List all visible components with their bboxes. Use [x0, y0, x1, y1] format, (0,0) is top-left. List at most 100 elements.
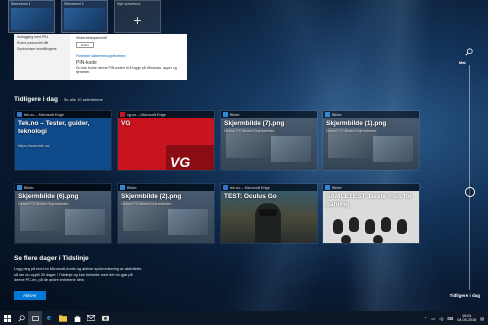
- timeline-handle[interactable]: [465, 187, 475, 197]
- desktop-2-label: Skrivebord 2: [64, 2, 84, 6]
- desktop-1-label: Skrivebord 1: [11, 2, 31, 6]
- card-title: Skjermbilde (1).png: [326, 120, 387, 127]
- mouse-image: [333, 219, 343, 234]
- card-subtitle: Denne PC\Bilder\Skjermbilder: [18, 202, 69, 206]
- search-icon[interactable]: [465, 48, 473, 56]
- timeline-label: Tidligere i dag: [449, 293, 480, 298]
- explorer-taskbar-button[interactable]: [56, 311, 70, 325]
- activity-card[interactable]: vg.no – Microsoft Edge VG VG: [117, 110, 215, 171]
- task-view-icon: [31, 315, 39, 321]
- see-all-activities-link[interactable]: Se alle 10 aktivitetene: [64, 97, 103, 102]
- vg-icon: [120, 112, 125, 117]
- activity-card[interactable]: Bilder Skjermbilde (1).png Denne PC\Bild…: [322, 110, 420, 171]
- card-app: Bilder: [24, 185, 34, 190]
- network-icon[interactable]: ▭: [431, 316, 435, 321]
- chevron-up-icon[interactable]: ⌃: [424, 316, 427, 321]
- card-title: Skjermbilde (6).png: [18, 193, 79, 200]
- card-title: TEST: Oculus Go: [224, 193, 277, 200]
- desktop-1[interactable]: Skrivebord 1: [8, 0, 55, 33]
- card-title: Skjermbilde (7).png: [224, 120, 285, 127]
- clock[interactable]: 19:01 04.05.2018: [457, 314, 476, 323]
- timeline-month-label: Mai: [459, 60, 466, 65]
- mouse-image: [397, 219, 407, 234]
- card-app: Bilder: [332, 112, 342, 117]
- mouse-image: [365, 219, 375, 234]
- timeline-header: Tidligere i dag Se alle 10 aktivitetene: [14, 96, 103, 103]
- folder-icon: [59, 314, 67, 322]
- activity-card[interactable]: tek.no – Microsoft Edge Tek.no – Tester,…: [14, 110, 112, 171]
- photos-icon: [325, 112, 330, 117]
- mouse-image: [349, 217, 359, 232]
- change-button: Endre: [76, 42, 95, 48]
- start-button[interactable]: [0, 311, 14, 325]
- photos-icon: [325, 185, 330, 190]
- card-subtitle: https://www.tek.no/: [18, 144, 50, 148]
- task-view-button[interactable]: [28, 311, 42, 325]
- vr-headset: [259, 209, 277, 216]
- volume-icon[interactable]: ◁): [439, 316, 443, 321]
- card-title: VG: [121, 120, 131, 127]
- search-icon: [17, 314, 25, 322]
- mouse-image: [381, 217, 391, 232]
- promo-title: Se flere dager i Tidslinje: [14, 255, 89, 262]
- open-window-thumbnail[interactable]: Innlogging med PIN Endre passordet ditt …: [14, 34, 187, 80]
- new-desktop-button[interactable]: Nytt skrivebord +: [114, 0, 161, 33]
- activity-card[interactable]: Bilder SAMLETEST: Beste mus for gaming: [322, 183, 420, 244]
- desktop-2[interactable]: Skrivebord 2: [61, 0, 108, 33]
- timeline-scrollbar[interactable]: [469, 65, 470, 290]
- promo-text: Logg deg på med en Microsoft-konto og ak…: [14, 267, 143, 282]
- settings-content: Sikkerhetsspørsmål Endre Forbedre sikker…: [76, 36, 185, 74]
- card-subtitle: Denne PC\Bilder\Skjermbilder: [121, 202, 172, 206]
- photos-icon: [17, 185, 22, 190]
- windows-icon: [3, 314, 11, 322]
- card-app: tek.no – Microsoft Edge: [230, 185, 270, 190]
- photos-icon: [120, 185, 125, 190]
- card-title: SAMLETEST: Beste mus for gaming: [326, 193, 412, 208]
- card-app: Bilder: [332, 185, 342, 190]
- clock-date: 04.05.2018: [457, 318, 477, 322]
- mouse-image: [341, 235, 351, 243]
- edge-icon: [223, 185, 228, 190]
- card-app: tek.no – Microsoft Edge: [24, 112, 64, 117]
- pin-text: Du kan bruke denne PIN-koden til å logge…: [76, 66, 177, 74]
- card-subtitle: Denne PC\Bilder\Skjermbilder: [326, 129, 377, 133]
- taskbar: e ⌃ ▭ ◁) ⌨ 19:01 04.05.2018 ▤: [0, 311, 488, 325]
- card-app: Bilder: [230, 112, 240, 117]
- system-tray: ⌃ ▭ ◁) ⌨ 19:01 04.05.2018 ▤: [424, 311, 484, 325]
- edge-icon: [17, 112, 22, 117]
- activity-card[interactable]: tek.no – Microsoft Edge TEST: Oculus Go: [220, 183, 318, 244]
- card-app: vg.no – Microsoft Edge: [127, 112, 166, 117]
- store-taskbar-button[interactable]: [70, 311, 84, 325]
- mail-icon: [87, 315, 95, 321]
- desktop-2-preview: [64, 8, 105, 30]
- edge-taskbar-button[interactable]: e: [42, 311, 56, 325]
- photos-icon: [223, 112, 228, 117]
- card-title: Tek.no – Tester, guider, teknologi: [18, 120, 90, 135]
- virtual-desktops: Skrivebord 1 Skrivebord 2 Nytt skrivebor…: [8, 0, 161, 34]
- store-icon: [74, 315, 80, 322]
- activate-button[interactable]: Aktiver: [14, 290, 46, 300]
- notification-icon[interactable]: ▤: [480, 316, 484, 321]
- desktop-1-preview: [11, 8, 52, 30]
- card-subtitle: Denne PC\Bilder\Skjermbilder: [224, 129, 275, 133]
- mouse-image: [373, 235, 383, 243]
- new-desktop-label: Nytt skrivebord: [117, 2, 141, 6]
- edge-icon: e: [47, 314, 51, 322]
- camera-taskbar-button[interactable]: [98, 311, 112, 325]
- timeline-promo: Se flere dager i Tidslinje Logg deg på m…: [14, 255, 144, 302]
- search-button[interactable]: [14, 311, 28, 325]
- activity-card[interactable]: Bilder Skjermbilde (7).png Denne PC\Bild…: [220, 110, 318, 171]
- language-icon[interactable]: ⌨: [447, 316, 453, 321]
- section-title: Sikkerhetsspørsmål: [76, 36, 107, 40]
- sidebar-item: Synkroniser innstillingene: [17, 47, 57, 51]
- mail-taskbar-button[interactable]: [84, 311, 98, 325]
- card-title: Skjermbilde (2).png: [121, 193, 182, 200]
- camera-icon: [101, 315, 109, 321]
- activity-card[interactable]: Bilder Skjermbilde (2).png Denne PC\Bild…: [117, 183, 215, 244]
- card-app: Bilder: [127, 185, 137, 190]
- plus-icon: +: [133, 12, 142, 28]
- section-title: Tidligere i dag: [14, 96, 58, 103]
- vg-logo: VG: [170, 154, 191, 170]
- activity-card[interactable]: Bilder Skjermbilde (6).png Denne PC\Bild…: [14, 183, 112, 244]
- settings-sidebar: Innlogging med PIN Endre passordet ditt …: [14, 34, 70, 80]
